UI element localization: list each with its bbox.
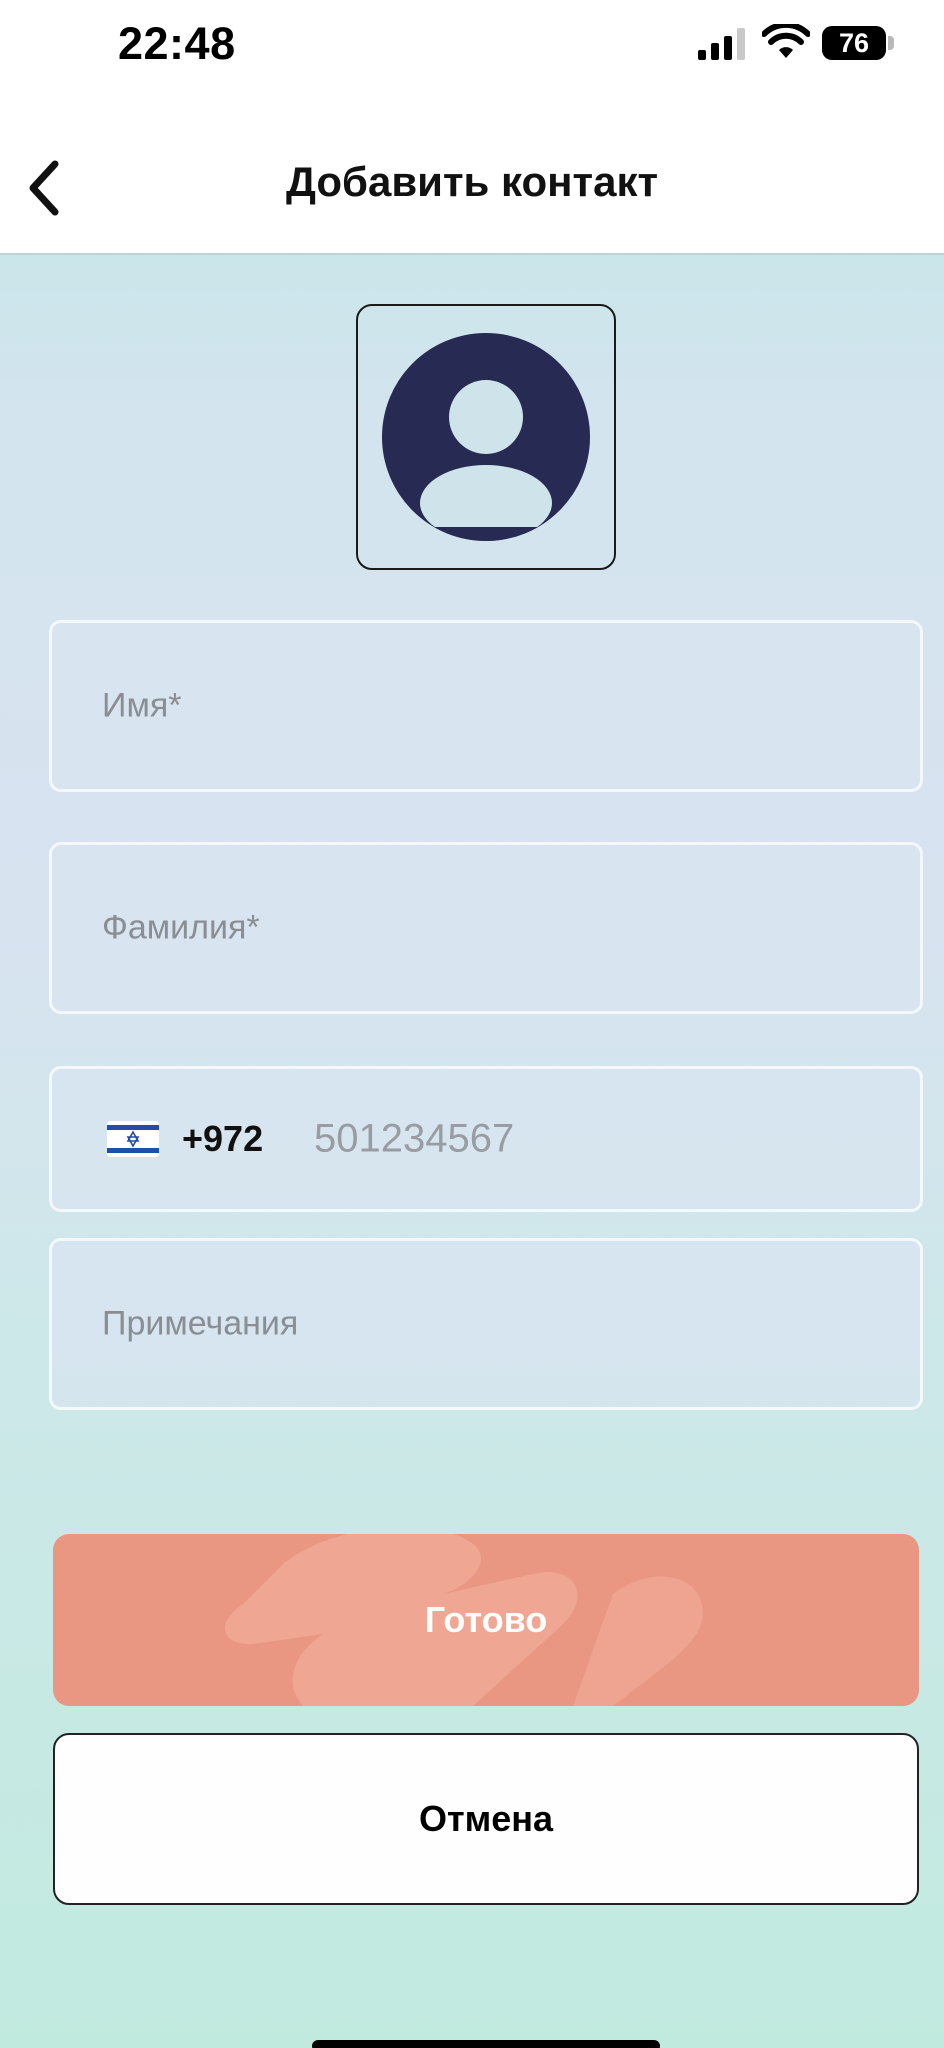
- notes-field[interactable]: Примечания: [49, 1238, 923, 1410]
- status-bar: 22:48 76: [0, 0, 944, 120]
- wifi-icon: [762, 24, 810, 58]
- person-avatar-icon: [382, 333, 590, 541]
- avatar-picker[interactable]: [356, 304, 616, 570]
- cellular-signal-icon: [698, 28, 745, 60]
- done-button-label: Готово: [424, 1599, 548, 1640]
- battery-icon: 76: [822, 26, 886, 60]
- last-name-field[interactable]: Фамилия*: [49, 842, 923, 1014]
- home-indicator[interactable]: [312, 2040, 660, 2048]
- nav-bar: Добавить контакт: [0, 120, 944, 255]
- battery-level: 76: [838, 27, 870, 58]
- last-name-placeholder: Фамилия*: [102, 908, 260, 947]
- phone-number-placeholder: 501234567: [314, 1116, 515, 1161]
- cancel-button-label: Отмена: [418, 1798, 554, 1839]
- israel-flag-icon[interactable]: [107, 1121, 159, 1157]
- phone-field[interactable]: +972 501234567: [49, 1066, 923, 1212]
- page-title: Добавить контакт: [285, 158, 659, 205]
- first-name-field[interactable]: Имя*: [49, 620, 923, 792]
- battery-tip: [888, 36, 894, 50]
- first-name-placeholder: Имя*: [102, 686, 182, 725]
- cancel-button[interactable]: Отмена: [53, 1733, 919, 1905]
- status-time: 22:48: [118, 18, 236, 69]
- done-button[interactable]: Готово: [53, 1534, 919, 1706]
- notes-placeholder: Примечания: [102, 1304, 299, 1343]
- country-code[interactable]: +972: [182, 1118, 263, 1160]
